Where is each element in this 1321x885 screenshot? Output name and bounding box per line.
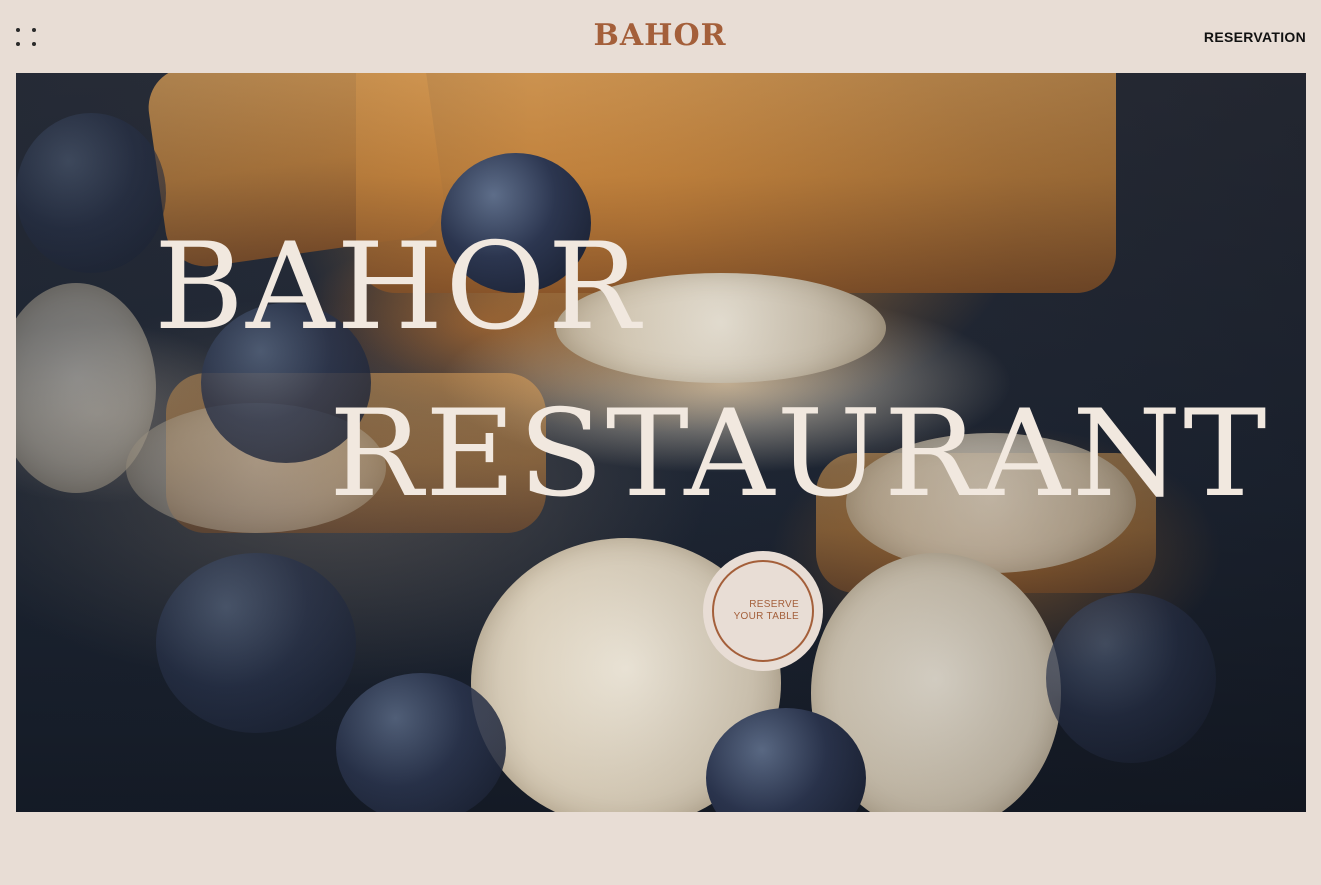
- reserve-button-line-1: RESERVE: [749, 599, 799, 610]
- menu-icon[interactable]: [14, 26, 40, 50]
- menu-dot: [16, 28, 20, 32]
- hero-section: BAHOR RESTAURANT RESERVE YOUR TABLE: [16, 73, 1306, 812]
- page: BAHOR RESERVATION BAHOR RESTAURANT RESER…: [0, 0, 1321, 885]
- brand-logo[interactable]: BAHOR: [560, 18, 760, 53]
- reserve-button-line-2: YOUR TABLE: [733, 611, 799, 622]
- menu-dot: [32, 28, 36, 32]
- reserve-table-button[interactable]: RESERVE YOUR TABLE: [703, 551, 823, 671]
- hero-title-line-1: BAHOR: [154, 218, 642, 357]
- site-header: BAHOR RESERVATION: [0, 0, 1321, 73]
- hero-title-line-2: RESTAURANT: [329, 385, 1269, 524]
- reservation-link[interactable]: RESERVATION: [1204, 29, 1306, 45]
- menu-dot: [32, 42, 36, 46]
- menu-dot: [16, 42, 20, 46]
- reserve-button-label: RESERVE YOUR TABLE: [721, 599, 799, 623]
